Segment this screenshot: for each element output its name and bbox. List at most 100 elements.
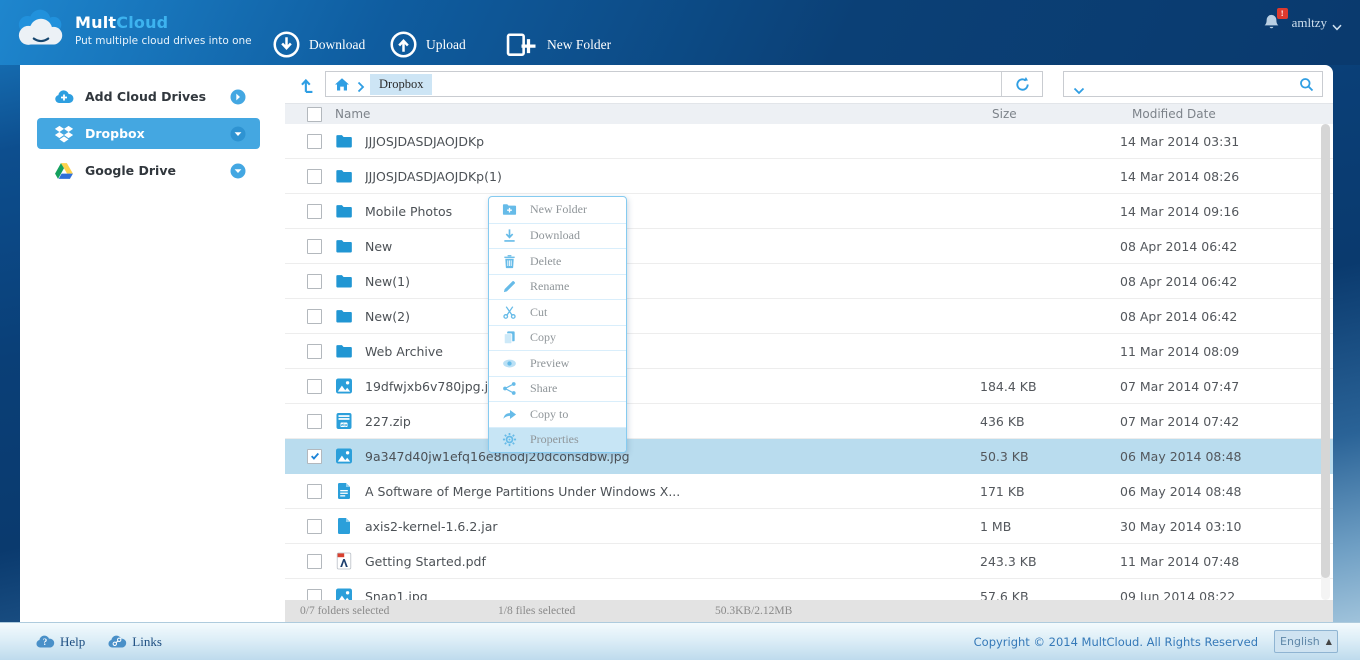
menu-new-folder-icon <box>502 202 517 217</box>
row-checkbox[interactable] <box>307 309 322 324</box>
column-modified[interactable]: Modified Date <box>1132 107 1333 121</box>
row-checkbox[interactable] <box>307 484 322 499</box>
folder-icon <box>335 307 353 325</box>
table-row[interactable]: Snap1.jpg 57.6 KB 09 Jun 2014 08:22 <box>285 579 1333 600</box>
table-row[interactable]: axis2-kernel-1.6.2.jar 1 MB 30 May 2014 … <box>285 509 1333 544</box>
file-name: JJJOSJDASDJAOJDKp(1) <box>365 169 980 184</box>
go-up-icon[interactable] <box>299 75 318 94</box>
chevron-down-icon <box>1332 19 1342 26</box>
pdf-file-icon <box>335 552 353 570</box>
column-name[interactable]: Name <box>335 107 992 121</box>
file-name: 227.zip <box>365 414 980 429</box>
user-area: ! amltzy <box>1262 13 1342 32</box>
search-icon[interactable] <box>1299 77 1314 92</box>
row-checkbox[interactable] <box>307 344 322 359</box>
menu-item-copy[interactable]: Copy <box>489 325 626 351</box>
home-icon[interactable] <box>334 77 350 92</box>
notification-badge: ! <box>1277 8 1288 19</box>
table-row[interactable]: JJJOSJDASDJAOJDKp(1) 14 Mar 2014 08:26 <box>285 159 1333 194</box>
table-row[interactable]: 9a347d40jw1efq16e8nodj20dconsdbw.jpg 50.… <box>285 439 1333 474</box>
table-header: Name Size Modified Date <box>285 103 1333 124</box>
help-link[interactable]: ? Help <box>35 634 85 650</box>
add-cloud-icon <box>54 88 74 106</box>
table-row[interactable]: JJJOSJDASDJAOJDKp 14 Mar 2014 03:31 <box>285 124 1333 159</box>
sidebar-item-google-drive[interactable]: Google Drive <box>37 155 260 186</box>
row-checkbox[interactable] <box>307 519 322 534</box>
chevron-down-circle-icon[interactable] <box>230 126 246 142</box>
refresh-icon[interactable] <box>1001 72 1042 96</box>
menu-copyto-icon <box>502 407 517 422</box>
user-name-label: amltzy <box>1292 15 1327 31</box>
search-options-chevron-icon[interactable] <box>1073 80 1085 88</box>
table-row[interactable]: Web Archive 11 Mar 2014 08:09 <box>285 334 1333 369</box>
table-row[interactable]: New(1) 08 Apr 2014 06:42 <box>285 264 1333 299</box>
sidebar-item-dropbox[interactable]: Dropbox <box>37 118 260 149</box>
breadcrumb-separator-icon <box>357 78 365 90</box>
menu-item-preview[interactable]: Preview <box>489 350 626 376</box>
context-menu: New Folder Download Delete Rename Cut Co… <box>488 196 627 453</box>
download-button[interactable]: Download <box>273 31 365 58</box>
file-name: Mobile Photos <box>365 204 980 219</box>
scrollbar-thumb[interactable] <box>1321 124 1330 578</box>
row-checkbox[interactable] <box>307 239 322 254</box>
column-size[interactable]: Size <box>992 107 1132 121</box>
row-checkbox[interactable] <box>307 134 322 149</box>
chevron-down-circle-icon[interactable] <box>230 163 246 179</box>
copyright-text: Copyright © 2014 MultCloud. All Rights R… <box>974 635 1258 649</box>
menu-item-rename[interactable]: Rename <box>489 274 626 300</box>
file-name: 9a347d40jw1efq16e8nodj20dconsdbw.jpg <box>365 449 980 464</box>
table-row[interactable]: Mobile Photos 14 Mar 2014 09:16 <box>285 194 1333 229</box>
table-row[interactable]: New(2) 08 Apr 2014 06:42 <box>285 299 1333 334</box>
table-row[interactable]: A Software of Merge Partitions Under Win… <box>285 474 1333 509</box>
menu-item-delete[interactable]: Delete <box>489 248 626 274</box>
notification-bell-icon[interactable]: ! <box>1262 13 1281 32</box>
menu-item-new-folder[interactable]: New Folder <box>489 197 626 223</box>
sidebar-item-add-cloud-drives[interactable]: Add Cloud Drives <box>37 81 260 112</box>
new-folder-header-icon <box>505 31 538 59</box>
user-menu[interactable]: amltzy <box>1292 15 1342 31</box>
search-input[interactable] <box>1089 73 1295 95</box>
menu-cut-icon <box>502 305 517 320</box>
file-name: New(1) <box>365 274 980 289</box>
dropbox-icon <box>54 125 74 143</box>
menu-copy-icon <box>502 330 517 345</box>
row-checkbox[interactable] <box>307 414 322 429</box>
select-all-checkbox[interactable] <box>307 107 322 122</box>
table-row[interactable]: 19dfwjxb6v780jpg.jpg 184.4 KB 07 Mar 201… <box>285 369 1333 404</box>
folder-icon <box>335 272 353 290</box>
row-checkbox[interactable] <box>307 554 322 569</box>
file-name: Getting Started.pdf <box>365 554 980 569</box>
file-modified-date: 08 Apr 2014 06:42 <box>1120 309 1333 324</box>
file-modified-date: 08 Apr 2014 06:42 <box>1120 274 1333 289</box>
folder-icon <box>335 237 353 255</box>
row-checkbox[interactable] <box>307 204 322 219</box>
file-browser-panel: Dropbox Name Size Modified Date <box>285 65 1333 622</box>
row-checkbox-checked[interactable] <box>307 449 322 464</box>
breadcrumb-current[interactable]: Dropbox <box>370 74 432 95</box>
links-link[interactable]: Links <box>107 634 162 650</box>
language-selector[interactable]: English ▲ <box>1274 630 1338 653</box>
table-row[interactable]: Getting Started.pdf 243.3 KB 11 Mar 2014… <box>285 544 1333 579</box>
google-drive-icon <box>54 162 74 180</box>
scrollbar[interactable] <box>1321 124 1330 600</box>
menu-item-copy-to[interactable]: Copy to <box>489 401 626 427</box>
row-checkbox[interactable] <box>307 379 322 394</box>
file-name: axis2-kernel-1.6.2.jar <box>365 519 980 534</box>
menu-item-cut[interactable]: Cut <box>489 299 626 325</box>
chevron-right-circle-icon[interactable] <box>230 89 246 105</box>
table-row[interactable]: New 08 Apr 2014 06:42 <box>285 229 1333 264</box>
row-checkbox[interactable] <box>307 274 322 289</box>
upload-button[interactable]: Upload <box>390 31 466 58</box>
folder-icon <box>335 132 353 150</box>
row-checkbox[interactable] <box>307 169 322 184</box>
breadcrumb: Dropbox <box>325 71 1043 97</box>
row-checkbox[interactable] <box>307 589 322 601</box>
menu-item-share[interactable]: Share <box>489 376 626 402</box>
file-name: Snap1.jpg <box>365 589 980 601</box>
menu-item-download[interactable]: Download <box>489 223 626 249</box>
menu-item-properties[interactable]: Properties <box>489 427 626 453</box>
new-folder-button[interactable]: New Folder <box>505 31 611 59</box>
table-row[interactable]: zip 227.zip 436 KB 07 Mar 2014 07:42 <box>285 404 1333 439</box>
file-modified-date: 07 Mar 2014 07:47 <box>1120 379 1333 394</box>
menu-delete-icon <box>502 254 517 269</box>
